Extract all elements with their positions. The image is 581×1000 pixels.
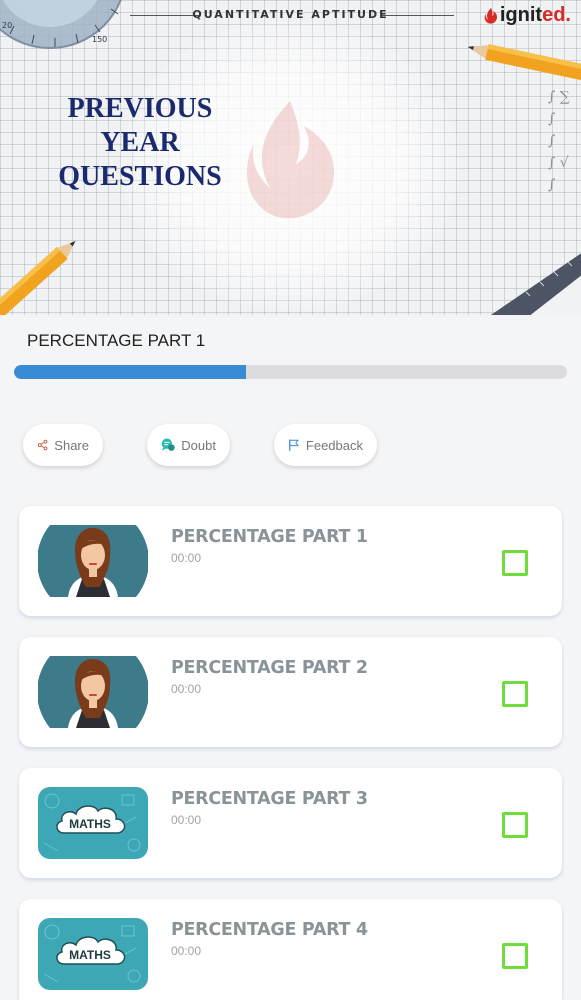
- progress-fill: [14, 365, 247, 379]
- lesson-card[interactable]: PERCENTAGE PART 1 00:00: [19, 506, 562, 616]
- course-banner: 20 150 QUANTITATIVE APTITUDE ignited. ∫ …: [0, 0, 581, 315]
- watermark-logo-icon: [246, 101, 335, 219]
- lesson-title: PERCENTAGE PART 3: [171, 789, 368, 809]
- share-label: Share: [54, 437, 89, 453]
- formula-decoration: ∫ ∑ ∫ ∫ ∫ √ ∫: [548, 89, 570, 193]
- svg-text:150: 150: [92, 35, 107, 44]
- teacher-avatar-icon: [38, 656, 148, 728]
- lesson-title: PERCENTAGE PART 2: [171, 658, 368, 678]
- chat-bubble-icon: [161, 438, 175, 451]
- doubt-label: Doubt: [181, 437, 216, 453]
- banner-title-line-1: PREVIOUS: [67, 93, 213, 124]
- feedback-button[interactable]: Feedback: [274, 424, 377, 466]
- progress-bar: [14, 365, 567, 379]
- completion-checkbox[interactable]: [502, 550, 528, 576]
- lesson-title: PERCENTAGE PART 4: [171, 920, 368, 940]
- maths-cloud-icon: MATHS: [38, 787, 148, 859]
- banner-title-line-2: YEAR: [100, 127, 180, 158]
- maths-thumb-text: MATHS: [69, 817, 111, 831]
- flame-logo-icon: [484, 7, 497, 24]
- share-icon: [37, 439, 48, 451]
- brand-logo: ignited.: [484, 4, 571, 27]
- lesson-duration: 00:00: [171, 944, 202, 958]
- course-title: PERCENTAGE PART 1: [27, 331, 206, 350]
- brand-name: ignit: [499, 4, 543, 26]
- share-button[interactable]: Share: [23, 424, 103, 466]
- lesson-duration: 00:00: [171, 682, 202, 696]
- brand-suffix: ed.: [542, 4, 571, 26]
- banner-title-line-3: QUESTIONS: [58, 161, 222, 192]
- lesson-title: PERCENTAGE PART 1: [171, 527, 368, 547]
- lesson-duration: 00:00: [171, 551, 202, 565]
- pencil-graphic: [0, 240, 76, 315]
- lesson-thumbnail: [38, 656, 148, 728]
- lesson-card[interactable]: MATHS PERCENTAGE PART 3 00:00: [19, 768, 562, 878]
- svg-text:20: 20: [2, 21, 12, 30]
- completion-checkbox[interactable]: [502, 812, 528, 838]
- set-square-graphic: [490, 253, 581, 315]
- lesson-thumbnail: [38, 525, 148, 597]
- lesson-duration: 00:00: [171, 813, 202, 827]
- lesson-card[interactable]: PERCENTAGE PART 2 00:00: [19, 637, 562, 747]
- maths-thumb-text: MATHS: [69, 948, 111, 962]
- flag-icon: [289, 439, 299, 451]
- app-root: 20 150 QUANTITATIVE APTITUDE ignited. ∫ …: [0, 0, 581, 1000]
- doubt-button[interactable]: Doubt: [147, 424, 230, 466]
- lesson-thumbnail: MATHS: [38, 787, 148, 859]
- banner-title: PREVIOUS YEAR QUESTIONS: [52, 92, 228, 194]
- lesson-thumbnail: MATHS: [38, 918, 148, 990]
- lesson-card[interactable]: MATHS PERCENTAGE PART 4 00:00: [19, 899, 562, 1000]
- pencil-graphic: [467, 44, 581, 81]
- completion-checkbox[interactable]: [502, 681, 528, 707]
- feedback-label: Feedback: [305, 437, 363, 453]
- teacher-avatar-icon: [38, 525, 148, 597]
- maths-cloud-icon: MATHS: [38, 918, 148, 990]
- completion-checkbox[interactable]: [502, 943, 528, 969]
